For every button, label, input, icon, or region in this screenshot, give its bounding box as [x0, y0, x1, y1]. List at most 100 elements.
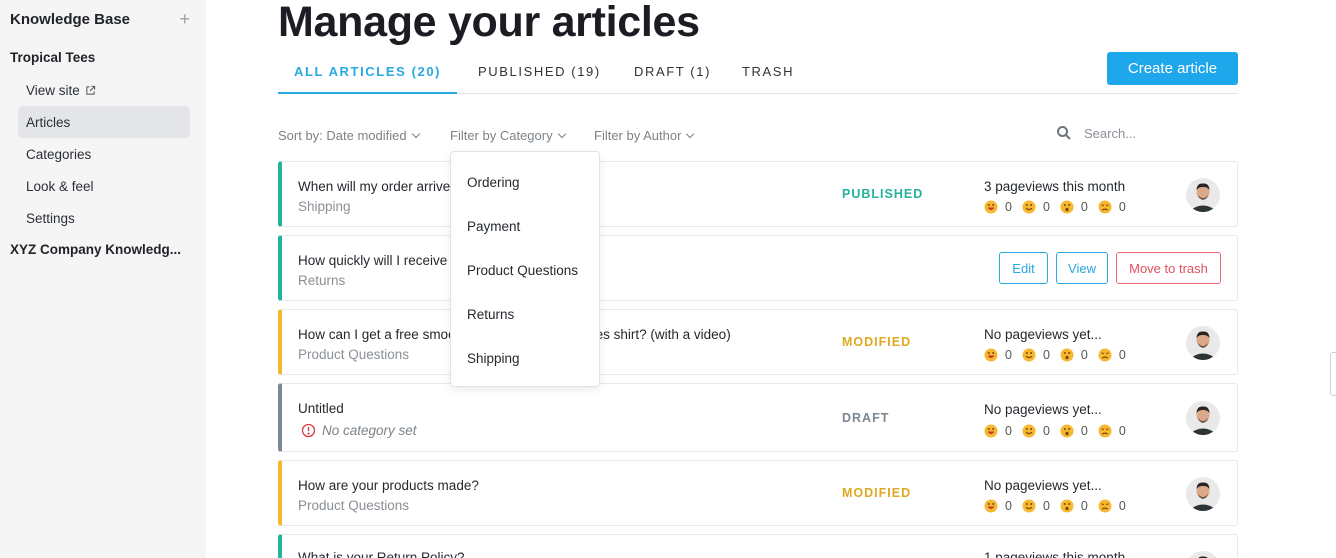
reaction-count: 0	[1005, 424, 1012, 438]
grin-emoji-icon	[984, 424, 998, 438]
sidebar-item-settings[interactable]: Settings	[18, 202, 190, 234]
sidebar-item-view-site[interactable]: View site	[18, 74, 190, 106]
status-badge: MODIFIED	[842, 335, 912, 349]
status-badge: MODIFIED	[842, 486, 912, 500]
status-badge: DRAFT	[842, 411, 890, 425]
reaction-grin: 0	[984, 200, 1012, 214]
sad-emoji-icon	[1097, 424, 1112, 438]
article-row[interactable]: When will my order arrive? Shipping PUBL…	[278, 161, 1238, 227]
reaction-count: 0	[1042, 424, 1050, 438]
sidebar-header: Knowledge Base +	[10, 10, 190, 28]
grin-emoji-icon	[984, 499, 998, 513]
side-panel-handle[interactable]	[1330, 352, 1336, 396]
sidebar-kb-xyz-company[interactable]: XYZ Company Knowledg...	[10, 242, 181, 257]
external-link-icon	[86, 85, 95, 95]
article-row[interactable]: What is your Return Policy? 1 pageviews …	[278, 534, 1238, 558]
reaction-count: 0	[1080, 348, 1088, 362]
article-row[interactable]: How can I get a free smoothie with my Tr…	[278, 309, 1238, 375]
reaction-surprise: 0	[1060, 200, 1088, 214]
reaction-smile: 0	[1021, 200, 1050, 214]
pageview-count: No pageviews yet...	[984, 402, 1102, 417]
reaction-surprise: 0	[1060, 424, 1088, 438]
reaction-count: 0	[1042, 200, 1050, 214]
sidebar-kb-tropical-tees[interactable]: Tropical Tees	[10, 50, 95, 65]
reaction-count: 0	[1080, 200, 1088, 214]
sidebar-item-articles[interactable]: Articles	[18, 106, 190, 138]
reaction-count: 0	[1118, 499, 1126, 513]
category-filter-dropdown[interactable]: Filter by Category	[450, 128, 566, 143]
search-input[interactable]	[1084, 125, 1204, 141]
search-icon	[1057, 126, 1071, 140]
reaction-grin: 0	[984, 348, 1012, 362]
article-row[interactable]: How are your products made? Product Ques…	[278, 460, 1238, 526]
edit-button[interactable]: Edit	[999, 252, 1048, 284]
category-option-payment[interactable]: Payment	[467, 219, 520, 234]
sidebar-item-label: View site	[26, 82, 80, 98]
author-avatar	[1186, 178, 1220, 212]
reaction-count: 0	[1005, 200, 1012, 214]
author-filter-label: Filter by Author	[594, 128, 682, 143]
reaction-grin: 0	[984, 424, 1012, 438]
tab-draft[interactable]: DRAFT (1)	[634, 64, 711, 94]
sidebar-item-look-and-feel[interactable]: Look & feel	[18, 170, 190, 202]
reaction-sad: 0	[1097, 424, 1126, 438]
add-knowledge-base-button[interactable]: +	[179, 10, 190, 28]
category-option-returns[interactable]: Returns	[467, 307, 514, 322]
tab-all-articles[interactable]: ALL ARTICLES (20)	[278, 64, 458, 94]
author-avatar	[1186, 326, 1220, 360]
reaction-grin: 0	[984, 499, 1012, 513]
chevron-down-icon	[686, 129, 695, 139]
sidebar-item-label: Articles	[26, 114, 71, 130]
sidebar-item-label: Look & feel	[26, 178, 94, 194]
sort-dropdown[interactable]: Sort by: Date modified	[278, 128, 420, 143]
grin-emoji-icon	[984, 200, 998, 214]
reaction-count: 0	[1118, 424, 1126, 438]
smile-emoji-icon	[1021, 348, 1036, 362]
reaction-count: 0	[1005, 348, 1012, 362]
surprise-emoji-icon	[1060, 200, 1074, 214]
reaction-stats: 0 0 0 0	[984, 348, 1136, 362]
article-row[interactable]: Untitled No category set DRAFT No pagevi…	[278, 383, 1238, 452]
category-dropdown-menu: Ordering Payment Product Questions Retur…	[450, 151, 600, 387]
smile-emoji-icon	[1021, 424, 1036, 438]
sad-emoji-icon	[1097, 200, 1112, 214]
pageview-count: 3 pageviews this month	[984, 179, 1126, 194]
author-avatar	[1186, 401, 1220, 435]
author-filter-dropdown[interactable]: Filter by Author	[594, 128, 695, 143]
reaction-surprise: 0	[1060, 348, 1088, 362]
chevron-down-icon	[411, 129, 420, 139]
reaction-smile: 0	[1021, 424, 1050, 438]
reaction-count: 0	[1042, 348, 1050, 362]
category-option-ordering[interactable]: Ordering	[467, 175, 520, 190]
article-title[interactable]: What is your Return Policy?	[298, 550, 465, 558]
article-category: Product Questions	[298, 347, 410, 362]
reaction-count: 0	[1042, 499, 1050, 513]
surprise-emoji-icon	[1060, 424, 1074, 438]
create-article-button[interactable]: Create article	[1107, 52, 1238, 85]
tab-trash[interactable]: TRASH	[742, 64, 794, 94]
view-button[interactable]: View	[1056, 252, 1108, 284]
tab-published[interactable]: PUBLISHED (19)	[478, 64, 601, 94]
author-avatar	[1186, 551, 1220, 558]
page-title: Manage your articles	[278, 0, 700, 46]
move-to-trash-button[interactable]: Move to trash	[1116, 252, 1221, 284]
sidebar-item-categories[interactable]: Categories	[18, 138, 190, 170]
article-title[interactable]: Untitled	[298, 401, 344, 416]
sad-emoji-icon	[1097, 499, 1112, 513]
article-title[interactable]: When will my order arrive?	[298, 179, 458, 194]
smile-emoji-icon	[1021, 200, 1036, 214]
article-title[interactable]: How are your products made?	[298, 478, 479, 493]
pageview-count: 1 pageviews this month	[984, 550, 1126, 558]
reaction-count: 0	[1005, 499, 1012, 513]
grin-emoji-icon	[984, 348, 998, 362]
reaction-stats: 0 0 0 0	[984, 499, 1136, 513]
sidebar: Knowledge Base + Tropical Tees View site…	[0, 0, 206, 558]
article-category: Returns	[298, 273, 346, 288]
article-row[interactable]: How quickly will I receive my refund aft…	[278, 235, 1238, 301]
category-option-product-questions[interactable]: Product Questions	[467, 263, 578, 278]
search-box	[1056, 125, 1204, 141]
reaction-surprise: 0	[1060, 499, 1088, 513]
category-option-shipping[interactable]: Shipping	[467, 351, 520, 366]
reaction-stats: 0 0 0 0	[984, 424, 1136, 438]
surprise-emoji-icon	[1060, 499, 1074, 513]
